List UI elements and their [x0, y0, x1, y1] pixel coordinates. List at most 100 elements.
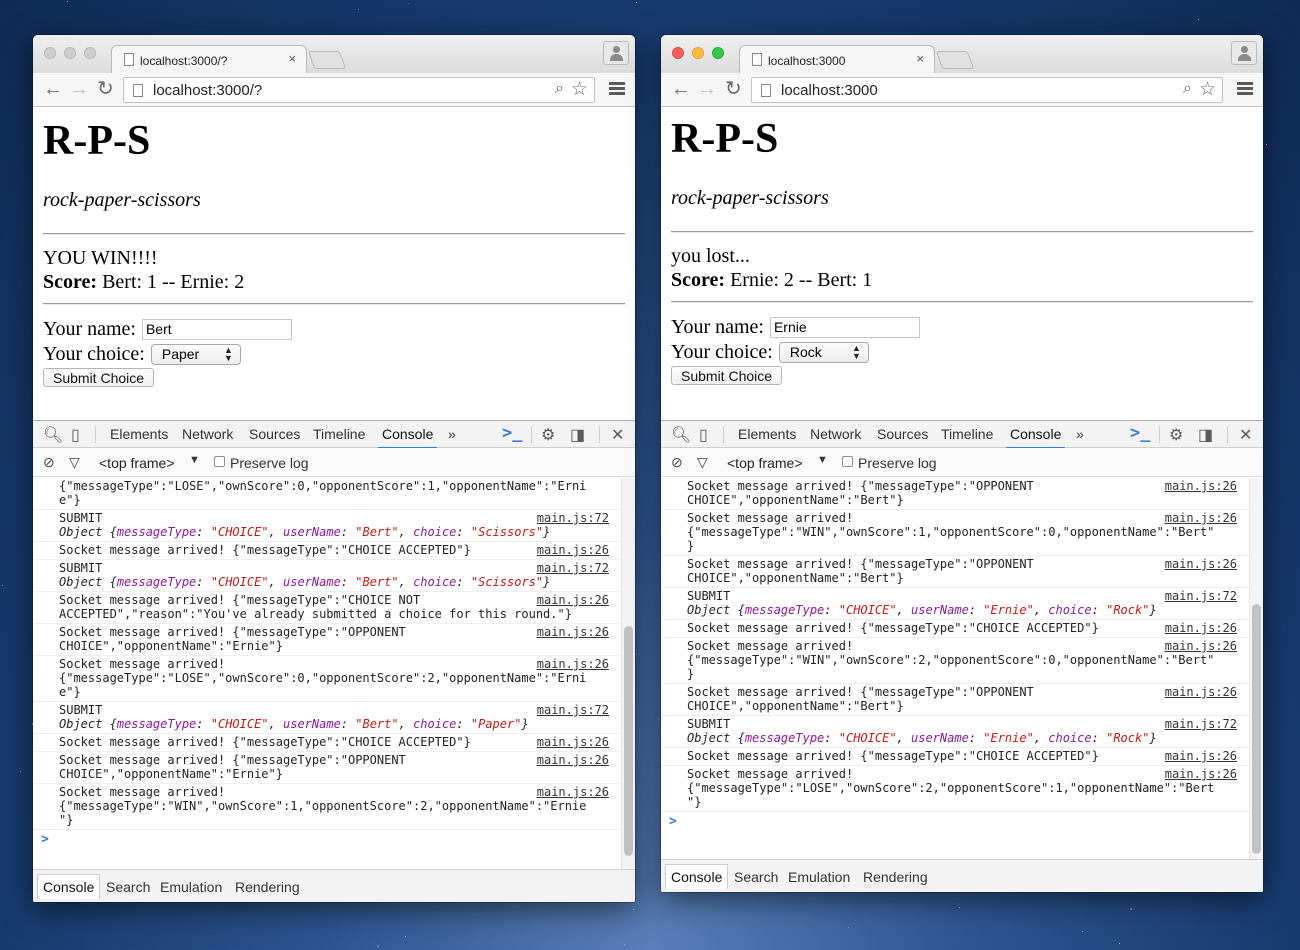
minimize-window-button[interactable] — [692, 47, 704, 59]
drawer-tab-rendering[interactable]: Rendering — [863, 869, 928, 885]
clear-console-icon[interactable]: ⊘ — [671, 454, 683, 471]
new-tab-button[interactable] — [307, 51, 347, 69]
address-bar[interactable]: localhost:3000 ⌕ ☆ — [751, 77, 1223, 103]
source-link[interactable]: main.js:26 — [537, 657, 609, 671]
drawer-tab-console[interactable]: Console — [37, 874, 101, 899]
source-link[interactable]: main.js:26 — [1165, 685, 1237, 699]
source-link[interactable]: main.js:72 — [1165, 589, 1237, 603]
zoom-icon[interactable]: ⌕ — [1183, 80, 1192, 98]
preserve-log-checkbox[interactable] — [214, 456, 225, 467]
new-tab-button[interactable] — [935, 51, 975, 69]
submit-choice-button[interactable]: Submit Choice — [671, 366, 783, 385]
frame-selector[interactable]: <top frame> — [99, 455, 175, 471]
source-link[interactable]: main.js:26 — [1165, 479, 1237, 493]
console-object[interactable]: Object {messageType: "CHOICE", userName:… — [687, 603, 1209, 617]
zoom-icon[interactable]: ⌕ — [555, 80, 564, 98]
choice-select[interactable]: Paper ▲ ▼ — [150, 343, 241, 365]
tab-sources[interactable]: Sources — [877, 426, 928, 442]
submit-choice-button[interactable]: Submit Choice — [43, 368, 155, 387]
close-devtools-icon[interactable]: ✕ — [611, 425, 624, 445]
device-mode-icon[interactable]: ▯ — [699, 425, 708, 445]
settings-gear-icon[interactable]: ⚙ — [541, 425, 555, 445]
source-link[interactable]: main.js:26 — [537, 593, 609, 607]
browser-tab[interactable]: localhost:3000 × — [739, 45, 935, 74]
source-link[interactable]: main.js:72 — [537, 703, 609, 717]
drawer-tab-search[interactable]: Search — [106, 879, 150, 895]
tab-timeline[interactable]: Timeline — [941, 426, 993, 442]
tab-close-icon[interactable]: × — [288, 51, 296, 66]
chevron-down-icon[interactable]: ▼ — [817, 454, 828, 466]
tab-console[interactable]: Console — [1005, 426, 1066, 449]
source-link[interactable]: main.js:26 — [1165, 749, 1237, 763]
frame-selector[interactable]: <top frame> — [727, 455, 803, 471]
settings-gear-icon[interactable]: ⚙ — [1169, 425, 1183, 445]
menu-icon[interactable] — [609, 82, 625, 96]
choice-select[interactable]: Rock ▲ ▼ — [778, 341, 869, 363]
device-mode-icon[interactable]: ▯ — [71, 425, 80, 445]
forward-arrow-icon[interactable]: → — [697, 77, 717, 101]
close-window-button[interactable] — [672, 47, 684, 59]
more-tabs-icon[interactable]: » — [448, 426, 456, 442]
tab-sources[interactable]: Sources — [249, 426, 300, 442]
more-tabs-icon[interactable]: » — [1076, 426, 1084, 442]
console-object[interactable]: Object {messageType: "CHOICE", userName:… — [59, 717, 581, 731]
console-object[interactable]: Object {messageType: "CHOICE", userName:… — [59, 525, 581, 539]
console-object[interactable]: Object {messageType: "CHOICE", userName:… — [59, 575, 581, 589]
tab-elements[interactable]: Elements — [738, 426, 796, 442]
source-link[interactable]: main.js:26 — [1165, 639, 1237, 653]
preserve-log-checkbox[interactable] — [842, 456, 853, 467]
source-link[interactable]: main.js:26 — [1165, 511, 1237, 525]
tab-elements[interactable]: Elements — [110, 426, 168, 442]
name-input[interactable] — [141, 318, 292, 340]
drawer-tab-search[interactable]: Search — [734, 869, 778, 885]
inspect-search-icon[interactable]: 🔍︎ — [43, 425, 63, 445]
source-link[interactable]: main.js:72 — [537, 561, 609, 575]
console-object[interactable]: Object {messageType: "CHOICE", userName:… — [687, 731, 1209, 745]
dock-side-icon[interactable]: ◨ — [1198, 425, 1213, 445]
source-link[interactable]: main.js:72 — [1165, 717, 1237, 731]
close-devtools-icon[interactable]: ✕ — [1239, 425, 1252, 445]
console-scrollbar[interactable] — [1252, 604, 1261, 854]
source-link[interactable]: main.js:26 — [1165, 767, 1237, 781]
show-console-icon[interactable]: >_ — [1130, 423, 1150, 443]
profile-icon[interactable] — [1231, 41, 1257, 65]
clear-console-icon[interactable]: ⊘ — [43, 454, 55, 471]
drawer-tab-emulation[interactable]: Emulation — [160, 879, 222, 895]
inspect-search-icon[interactable]: 🔍︎ — [671, 425, 691, 445]
console-prompt[interactable]: > — [33, 830, 621, 847]
console-prompt[interactable]: > — [661, 812, 1249, 829]
dock-side-icon[interactable]: ◨ — [570, 425, 585, 445]
source-link[interactable]: main.js:26 — [537, 785, 609, 799]
name-input[interactable] — [769, 316, 920, 338]
forward-arrow-icon[interactable]: → — [69, 77, 89, 101]
show-console-icon[interactable]: >_ — [502, 423, 522, 443]
source-link[interactable]: main.js:26 — [537, 625, 609, 639]
source-link[interactable]: main.js:26 — [537, 753, 609, 767]
chevron-down-icon[interactable]: ▼ — [189, 454, 200, 466]
close-window-button[interactable] — [44, 47, 56, 59]
filter-icon[interactable]: ▽ — [697, 454, 708, 471]
profile-icon[interactable] — [603, 41, 629, 65]
menu-icon[interactable] — [1237, 82, 1253, 96]
reload-icon[interactable]: ↻ — [725, 77, 742, 101]
reload-icon[interactable]: ↻ — [97, 77, 114, 101]
drawer-tab-rendering[interactable]: Rendering — [235, 879, 300, 895]
tab-close-icon[interactable]: × — [916, 51, 924, 66]
filter-icon[interactable]: ▽ — [69, 454, 80, 471]
address-bar[interactable]: localhost:3000/? ⌕ ☆ — [123, 77, 595, 103]
back-arrow-icon[interactable]: ← — [671, 77, 691, 101]
source-link[interactable]: main.js:26 — [1165, 621, 1237, 635]
source-link[interactable]: main.js:26 — [537, 543, 609, 557]
back-arrow-icon[interactable]: ← — [43, 77, 63, 101]
zoom-window-button[interactable] — [712, 47, 724, 59]
minimize-window-button[interactable] — [64, 47, 76, 59]
tab-console[interactable]: Console — [377, 426, 438, 449]
source-link[interactable]: main.js:26 — [537, 735, 609, 749]
drawer-tab-console[interactable]: Console — [665, 864, 729, 889]
source-link[interactable]: main.js:72 — [537, 511, 609, 525]
console-scrollbar[interactable] — [624, 626, 633, 856]
tab-network[interactable]: Network — [182, 426, 233, 442]
bookmark-star-icon[interactable]: ☆ — [571, 78, 588, 101]
browser-tab[interactable]: localhost:3000/? × — [111, 45, 307, 74]
tab-network[interactable]: Network — [810, 426, 861, 442]
